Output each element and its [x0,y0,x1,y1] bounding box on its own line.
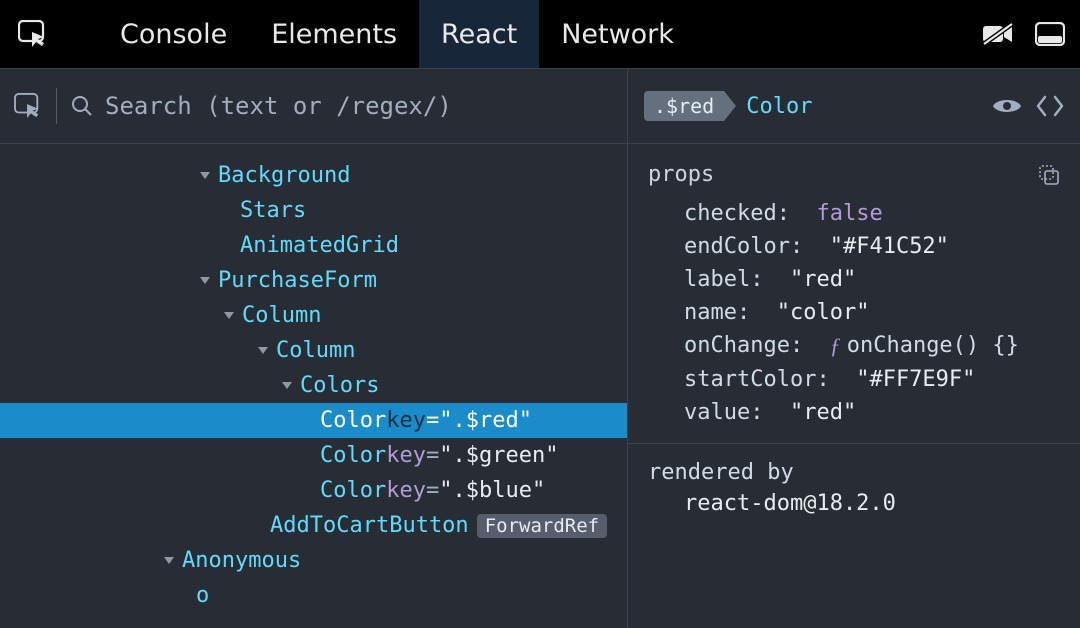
breadcrumb[interactable]: .$red Color [644,91,812,121]
prop-row: value: "red" [648,396,1060,429]
tree-row[interactable]: Background [0,158,627,193]
tree-row[interactable]: Color key=".$blue" [0,473,627,508]
chevron-down-icon[interactable] [258,347,268,354]
props-pane: props checked: falseendColor: "#F41C52"l… [628,144,1080,628]
pick-element-icon[interactable] [14,93,42,119]
component-name: o [196,583,209,608]
eye-icon[interactable] [992,96,1022,116]
prop-row: onChange: ƒonChange() {} [648,329,1060,363]
tree-row[interactable]: Colors [0,368,627,403]
component-name: AnimatedGrid [240,233,399,258]
prop-key: label [684,267,750,292]
chevron-down-icon[interactable] [200,277,210,284]
tab-label: React [441,19,517,50]
component-name: Color [320,478,386,503]
panel-icon[interactable] [1034,21,1066,47]
component-name: Colors [300,373,379,398]
breadcrumb-key: .$red [644,91,724,121]
props-section: props checked: falseendColor: "#F41C52"l… [628,144,1080,444]
component-key: key=".$blue" [386,478,545,503]
chevron-down-icon[interactable] [282,382,292,389]
component-key: key=".$red" [386,408,532,433]
tree-row[interactable]: Anonymous [0,543,627,578]
tab-label: Console [120,19,227,50]
component-name: Color [320,408,386,433]
component-name: PurchaseForm [218,268,377,293]
rendered-by-value: react-dom@18.2.0 [648,491,1060,516]
component-name: Column [242,303,321,328]
tab-network[interactable]: Network [539,0,696,68]
breadcrumb-component: Color [746,94,812,119]
forward-ref-badge: ForwardRef [477,514,607,538]
copy-icon[interactable] [1038,164,1060,186]
prop-key: onChange [684,333,790,359]
prop-row: checked: false [648,197,1060,230]
devtools-window: Console Elements React Network [0,0,1080,628]
component-name: Column [276,338,355,363]
component-name: Background [218,163,350,188]
tree-row[interactable]: Color key=".$red" [0,403,627,438]
prop-row: name: "color" [648,296,1060,329]
toolbar: .$red Color [0,68,1080,144]
tree-row[interactable]: PurchaseForm [0,263,627,298]
props-title: props [648,162,714,187]
tree-row[interactable]: Column [0,298,627,333]
tree-row[interactable]: Color key=".$green" [0,438,627,473]
rendered-by-title: rendered by [648,460,1060,485]
tree-row[interactable]: AnimatedGrid [0,228,627,263]
prop-key: checked [684,201,777,226]
props-list: checked: falseendColor: "#F41C52"label: … [648,197,1060,429]
tab-react[interactable]: React [419,0,539,68]
prop-row: endColor: "#F41C52" [648,230,1060,263]
tab-console[interactable]: Console [98,0,249,68]
search-icon [71,95,93,117]
prop-key: endColor [684,234,790,259]
divider [56,88,57,124]
tree-row[interactable]: Stars [0,193,627,228]
tab-label: Network [561,19,674,50]
search-input[interactable] [105,92,613,120]
component-name: AddToCartButton [270,513,469,538]
tree-row[interactable]: Column [0,333,627,368]
rendered-by-section: rendered by react-dom@18.2.0 [628,444,1080,532]
main-split: Background Stars AnimatedGrid PurchaseForm C… [0,144,1080,628]
prop-key: startColor [684,367,816,392]
props-header: props [648,162,1060,187]
tab-elements[interactable]: Elements [249,0,419,68]
chevron-down-icon[interactable] [200,172,210,179]
tab-label: Elements [271,19,397,50]
tree-row[interactable]: AddToCartButton ForwardRef [0,508,627,543]
prop-key: name [684,300,737,325]
prop-row: label: "red" [648,263,1060,296]
prop-row: startColor: "#FF7E9F" [648,363,1060,396]
search-toolbar [0,69,628,143]
prop-key: value [684,400,750,425]
component-name: Color [320,443,386,468]
component-name: Stars [240,198,306,223]
inspect-cursor-icon[interactable] [18,20,48,48]
breadcrumb-bar: .$red Color [628,69,1080,143]
tree-row[interactable]: o [0,578,627,613]
camera-off-icon[interactable] [982,21,1014,47]
component-tree[interactable]: Background Stars AnimatedGrid PurchaseForm C… [0,144,628,628]
view-source-icon[interactable] [1036,95,1064,117]
component-key: key=".$green" [386,443,558,468]
chevron-down-icon[interactable] [164,557,174,564]
top-tab-bar: Console Elements React Network [0,0,1080,68]
chevron-down-icon[interactable] [224,312,234,319]
component-name: Anonymous [182,548,301,573]
